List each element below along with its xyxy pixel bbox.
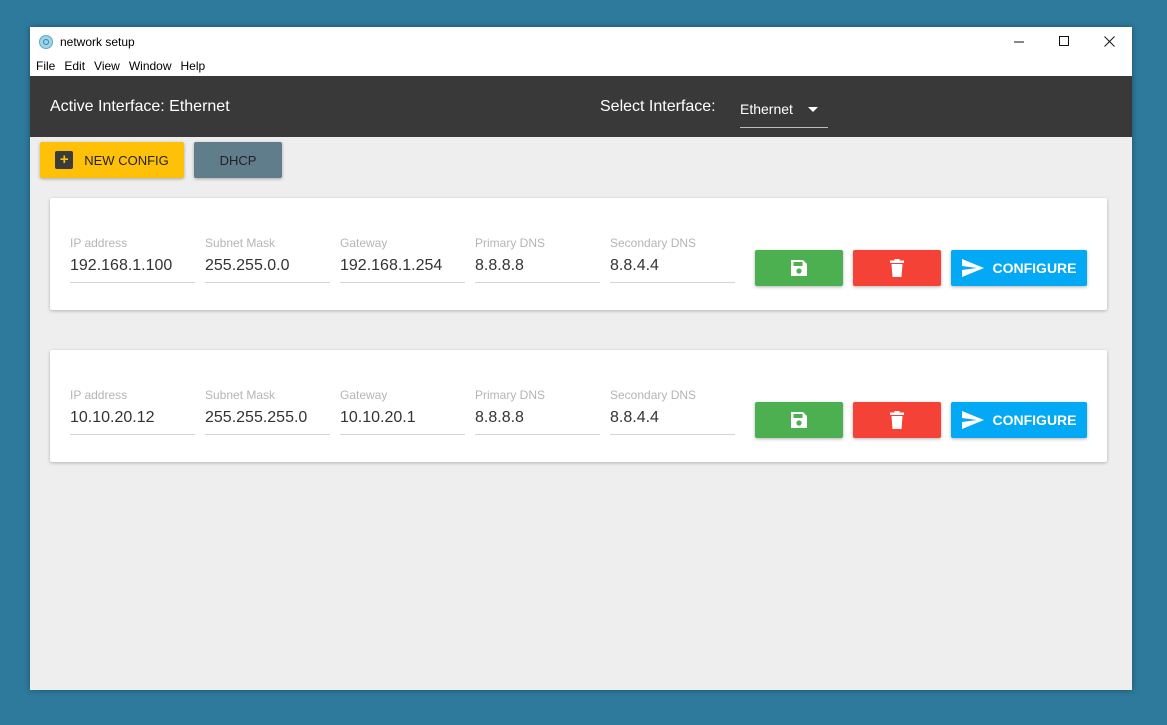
secondary-dns-field[interactable]: Secondary DNS 8.8.4.4 xyxy=(610,388,735,435)
trash-icon xyxy=(890,259,904,277)
field-input[interactable]: 10.10.20.12 xyxy=(70,409,195,435)
gateway-field[interactable]: Gateway 192.168.1.254 xyxy=(340,236,465,283)
ip-address-field[interactable]: IP address 192.168.1.100 xyxy=(70,236,195,283)
header-bar: Active Interface: Ethernet Select Interf… xyxy=(30,76,1132,137)
close-button[interactable] xyxy=(1087,27,1132,56)
app-window: network setup File Edit View Window Help… xyxy=(30,27,1132,690)
minimize-button[interactable] xyxy=(997,27,1042,56)
maximize-icon xyxy=(1059,36,1069,46)
select-interface-label: Select Interface: xyxy=(600,98,716,115)
field-input[interactable]: 8.8.4.4 xyxy=(610,257,735,283)
secondary-dns-field[interactable]: Secondary DNS 8.8.4.4 xyxy=(610,236,735,283)
save-icon xyxy=(791,260,807,276)
field-label: IP address xyxy=(70,236,128,250)
new-config-label: NEW CONFIG xyxy=(84,152,169,168)
field-label: Gateway xyxy=(340,236,388,250)
new-config-button[interactable]: + NEW CONFIG xyxy=(40,142,184,178)
send-icon xyxy=(961,411,984,429)
field-label: Primary DNS xyxy=(475,236,546,250)
field-input[interactable]: 192.168.1.100 xyxy=(70,257,195,283)
field-input[interactable]: 192.168.1.254 xyxy=(340,257,465,283)
field-label: Primary DNS xyxy=(475,388,546,402)
field-label: Subnet Mask xyxy=(205,388,276,402)
config-card: IP address 10.10.20.12 Subnet Mask 255.2… xyxy=(50,350,1107,462)
field-input[interactable]: 10.10.20.1 xyxy=(340,409,465,435)
field-label: Gateway xyxy=(340,388,388,402)
field-input[interactable]: 255.255.0.0 xyxy=(205,257,330,283)
subnet-mask-field[interactable]: Subnet Mask 255.255.255.0 xyxy=(205,388,330,435)
field-input[interactable]: 8.8.8.8 xyxy=(475,257,600,283)
close-icon xyxy=(1104,36,1115,47)
field-input[interactable]: 8.8.8.8 xyxy=(475,409,600,435)
save-icon xyxy=(791,412,807,428)
configure-button[interactable]: CONFIGURE xyxy=(951,402,1087,438)
app-icon xyxy=(39,34,53,49)
config-card: IP address 192.168.1.100 Subnet Mask 255… xyxy=(50,198,1107,310)
menu-view[interactable]: View xyxy=(94,59,120,73)
dhcp-label: DHCP xyxy=(219,152,257,168)
menu-help[interactable]: Help xyxy=(181,59,206,73)
field-label: Subnet Mask xyxy=(205,236,276,250)
title-bar[interactable]: network setup xyxy=(30,27,1132,56)
trash-icon xyxy=(890,411,904,429)
window-controls xyxy=(997,27,1132,56)
toolbar: + NEW CONFIG DHCP xyxy=(40,142,282,178)
interface-select[interactable]: Ethernet xyxy=(740,92,828,128)
ip-address-field[interactable]: IP address 10.10.20.12 xyxy=(70,388,195,435)
save-button[interactable] xyxy=(755,402,843,438)
primary-dns-field[interactable]: Primary DNS 8.8.8.8 xyxy=(475,388,600,435)
window-title: network setup xyxy=(60,34,135,49)
menu-edit[interactable]: Edit xyxy=(64,59,85,73)
interface-select-value: Ethernet xyxy=(740,101,793,117)
menu-file[interactable]: File xyxy=(36,59,55,73)
configure-label: CONFIGURE xyxy=(992,260,1077,276)
save-button[interactable] xyxy=(755,250,843,286)
field-input[interactable]: 8.8.4.4 xyxy=(610,409,735,435)
configure-button[interactable]: CONFIGURE xyxy=(951,250,1087,286)
minimize-icon xyxy=(1014,41,1024,43)
dropdown-caret-icon xyxy=(808,107,818,112)
subnet-mask-field[interactable]: Subnet Mask 255.255.0.0 xyxy=(205,236,330,283)
configure-label: CONFIGURE xyxy=(992,412,1077,428)
field-label: Secondary DNS xyxy=(610,388,697,402)
field-label: IP address xyxy=(70,388,128,402)
dhcp-button[interactable]: DHCP xyxy=(194,142,282,178)
send-icon xyxy=(961,259,984,277)
field-label: Secondary DNS xyxy=(610,236,697,250)
delete-button[interactable] xyxy=(853,250,941,286)
delete-button[interactable] xyxy=(853,402,941,438)
primary-dns-field[interactable]: Primary DNS 8.8.8.8 xyxy=(475,236,600,283)
maximize-button[interactable] xyxy=(1042,27,1087,56)
active-interface-label: Active Interface: Ethernet xyxy=(50,98,230,115)
plus-icon: + xyxy=(55,151,74,169)
menu-bar: File Edit View Window Help xyxy=(30,56,1132,76)
field-input[interactable]: 255.255.255.0 xyxy=(205,409,330,435)
gateway-field[interactable]: Gateway 10.10.20.1 xyxy=(340,388,465,435)
menu-window[interactable]: Window xyxy=(129,59,172,73)
